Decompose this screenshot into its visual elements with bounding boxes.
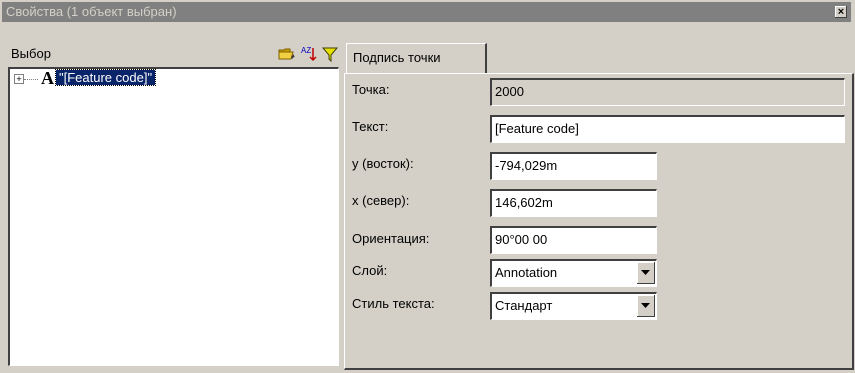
close-icon: × [837, 6, 845, 18]
tab-point-label[interactable]: Подпись точки [346, 43, 487, 74]
text-style-select-value: Стандарт [495, 298, 553, 313]
layer-dropdown-button[interactable] [637, 262, 655, 284]
title-bar[interactable]: Свойства (1 объект выбран) × [2, 2, 851, 22]
tree-connector [24, 79, 38, 80]
expand-icon[interactable]: + [14, 74, 24, 84]
selection-panel: Выбор AZ + A "[Feature code]" [8, 43, 340, 367]
text-style-select[interactable]: Стандарт [490, 292, 657, 320]
text-style-dropdown-button[interactable] [637, 295, 655, 317]
x-north-label: x (север): [352, 193, 410, 208]
tab-label: Подпись точки [353, 50, 441, 65]
text-style-label: Стиль текста: [352, 296, 435, 311]
layer-select[interactable]: Annotation [490, 259, 657, 287]
sort-az-icon[interactable]: AZ [300, 45, 318, 63]
folder-icon[interactable] [278, 45, 296, 63]
orientation-field[interactable]: 90°00 00 [490, 226, 657, 254]
filter-icon[interactable] [321, 45, 339, 63]
sort-az-icon-text: AZ [301, 46, 311, 55]
selection-tree[interactable]: + A "[Feature code]" [8, 67, 339, 366]
chevron-down-icon [641, 270, 650, 275]
y-east-label: y (восток): [352, 156, 414, 171]
chevron-down-icon [641, 303, 650, 308]
point-field: 2000 [490, 78, 845, 106]
properties-panel: Точка: 2000 Текст: [Feature code] y (вос… [344, 73, 854, 370]
tree-node-label[interactable]: "[Feature code]" [54, 69, 157, 86]
layer-select-value: Annotation [495, 265, 558, 280]
properties-window: Свойства (1 объект выбран) × Выбор AZ + … [0, 0, 855, 373]
window-title: Свойства (1 объект выбран) [6, 4, 177, 19]
text-field[interactable]: [Feature code] [490, 115, 845, 143]
close-button[interactable]: × [835, 6, 847, 18]
selection-header: Выбор AZ [8, 43, 340, 65]
text-label: Текст: [352, 119, 389, 134]
layer-label: Слой: [352, 263, 388, 278]
orientation-label: Ориентация: [352, 231, 430, 246]
selection-header-label: Выбор [11, 46, 51, 61]
text-annotation-icon: A [41, 68, 54, 88]
y-east-field[interactable]: -794,029m [490, 152, 657, 180]
x-north-field[interactable]: 146,602m [490, 189, 657, 217]
tab-strip: Подпись точки [346, 43, 487, 74]
point-label: Точка: [352, 82, 390, 97]
